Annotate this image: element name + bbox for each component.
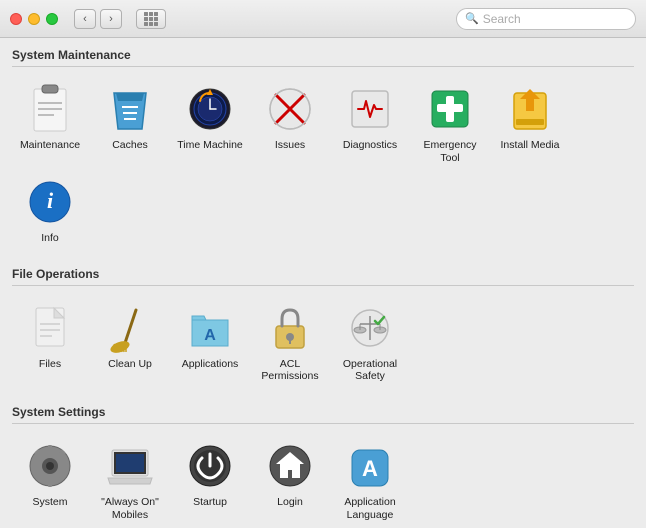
main-content: System Maintenance Maintenance	[0, 38, 646, 528]
label-application-language: Application Language	[334, 496, 406, 521]
label-applications-fo: Applications	[182, 358, 239, 371]
traffic-lights	[10, 13, 58, 25]
section-title-file-operations: File Operations	[12, 267, 634, 286]
item-login[interactable]: Login	[252, 436, 328, 525]
label-acl-permissions: ACL Permissions	[254, 358, 326, 383]
item-info[interactable]: i Info	[12, 172, 88, 249]
search-placeholder: Search	[483, 12, 521, 26]
icon-grid-system-maintenance: Maintenance Caches	[12, 75, 634, 253]
svg-text:A: A	[204, 327, 216, 344]
icon-grid-system-settings: System "Always On" Mobiles	[12, 432, 634, 528]
item-application-language[interactable]: A Application Language	[332, 436, 408, 525]
item-applications-fo[interactable]: A Applications	[172, 298, 248, 387]
close-button[interactable]	[10, 13, 22, 25]
item-files[interactable]: Files	[12, 298, 88, 387]
item-always-on-mobiles[interactable]: "Always On" Mobiles	[92, 436, 168, 525]
nav-buttons: ‹ ›	[74, 9, 122, 29]
section-title-system-settings: System Settings	[12, 405, 634, 424]
titlebar: ‹ › 🔍 Search	[0, 0, 646, 38]
icon-startup	[184, 440, 236, 492]
label-info: Info	[41, 232, 59, 245]
label-emergency-tool: Emergency Tool	[414, 139, 486, 164]
icon-operational-safety	[344, 302, 396, 354]
label-issues: Issues	[275, 139, 305, 152]
icon-diagnostics	[344, 83, 396, 135]
label-always-on-mobiles: "Always On" Mobiles	[94, 496, 166, 521]
icon-install-media	[504, 83, 556, 135]
search-icon: 🔍	[465, 12, 479, 25]
section-system-settings: System Settings	[12, 405, 634, 528]
item-startup[interactable]: Startup	[172, 436, 248, 525]
item-emergency-tool[interactable]: Emergency Tool	[412, 79, 488, 168]
icon-time-machine	[184, 83, 236, 135]
icon-issues	[264, 83, 316, 135]
section-file-operations: File Operations Files	[12, 267, 634, 391]
icon-login	[264, 440, 316, 492]
minimize-button[interactable]	[28, 13, 40, 25]
label-login: Login	[277, 496, 303, 509]
item-operational-safety[interactable]: Operational Safety	[332, 298, 408, 387]
label-caches: Caches	[112, 139, 148, 152]
svg-text:i: i	[47, 188, 54, 213]
item-caches[interactable]: Caches	[92, 79, 168, 168]
icon-applications-fo: A	[184, 302, 236, 354]
maximize-button[interactable]	[46, 13, 58, 25]
icon-always-on-mobiles	[104, 440, 156, 492]
icon-files	[24, 302, 76, 354]
section-system-maintenance: System Maintenance Maintenance	[12, 48, 634, 253]
icon-maintenance	[24, 83, 76, 135]
svg-text:A: A	[362, 456, 378, 481]
item-acl-permissions[interactable]: ACL Permissions	[252, 298, 328, 387]
item-maintenance[interactable]: Maintenance	[12, 79, 88, 168]
back-button[interactable]: ‹	[74, 9, 96, 29]
item-issues[interactable]: Issues	[252, 79, 328, 168]
icon-application-language: A	[344, 440, 396, 492]
label-time-machine: Time Machine	[177, 139, 243, 152]
item-system[interactable]: System	[12, 436, 88, 525]
label-startup: Startup	[193, 496, 227, 509]
label-clean-up: Clean Up	[108, 358, 152, 371]
label-diagnostics: Diagnostics	[343, 139, 397, 152]
icon-acl-permissions	[264, 302, 316, 354]
icon-system	[24, 440, 76, 492]
label-install-media: Install Media	[501, 139, 560, 152]
grid-view-button[interactable]	[136, 9, 166, 29]
icon-info: i	[24, 176, 76, 228]
forward-button[interactable]: ›	[100, 9, 122, 29]
label-system: System	[32, 496, 67, 509]
search-bar[interactable]: 🔍 Search	[456, 8, 636, 30]
label-operational-safety: Operational Safety	[334, 358, 406, 383]
item-time-machine[interactable]: Time Machine	[172, 79, 248, 168]
icon-emergency-tool	[424, 83, 476, 135]
item-diagnostics[interactable]: Diagnostics	[332, 79, 408, 168]
label-files: Files	[39, 358, 61, 371]
icon-grid-file-operations: Files Clean Up	[12, 294, 634, 391]
item-clean-up[interactable]: Clean Up	[92, 298, 168, 387]
section-title-system-maintenance: System Maintenance	[12, 48, 634, 67]
item-install-media[interactable]: Install Media	[492, 79, 568, 168]
label-maintenance: Maintenance	[20, 139, 80, 152]
icon-clean-up	[104, 302, 156, 354]
icon-caches	[104, 83, 156, 135]
